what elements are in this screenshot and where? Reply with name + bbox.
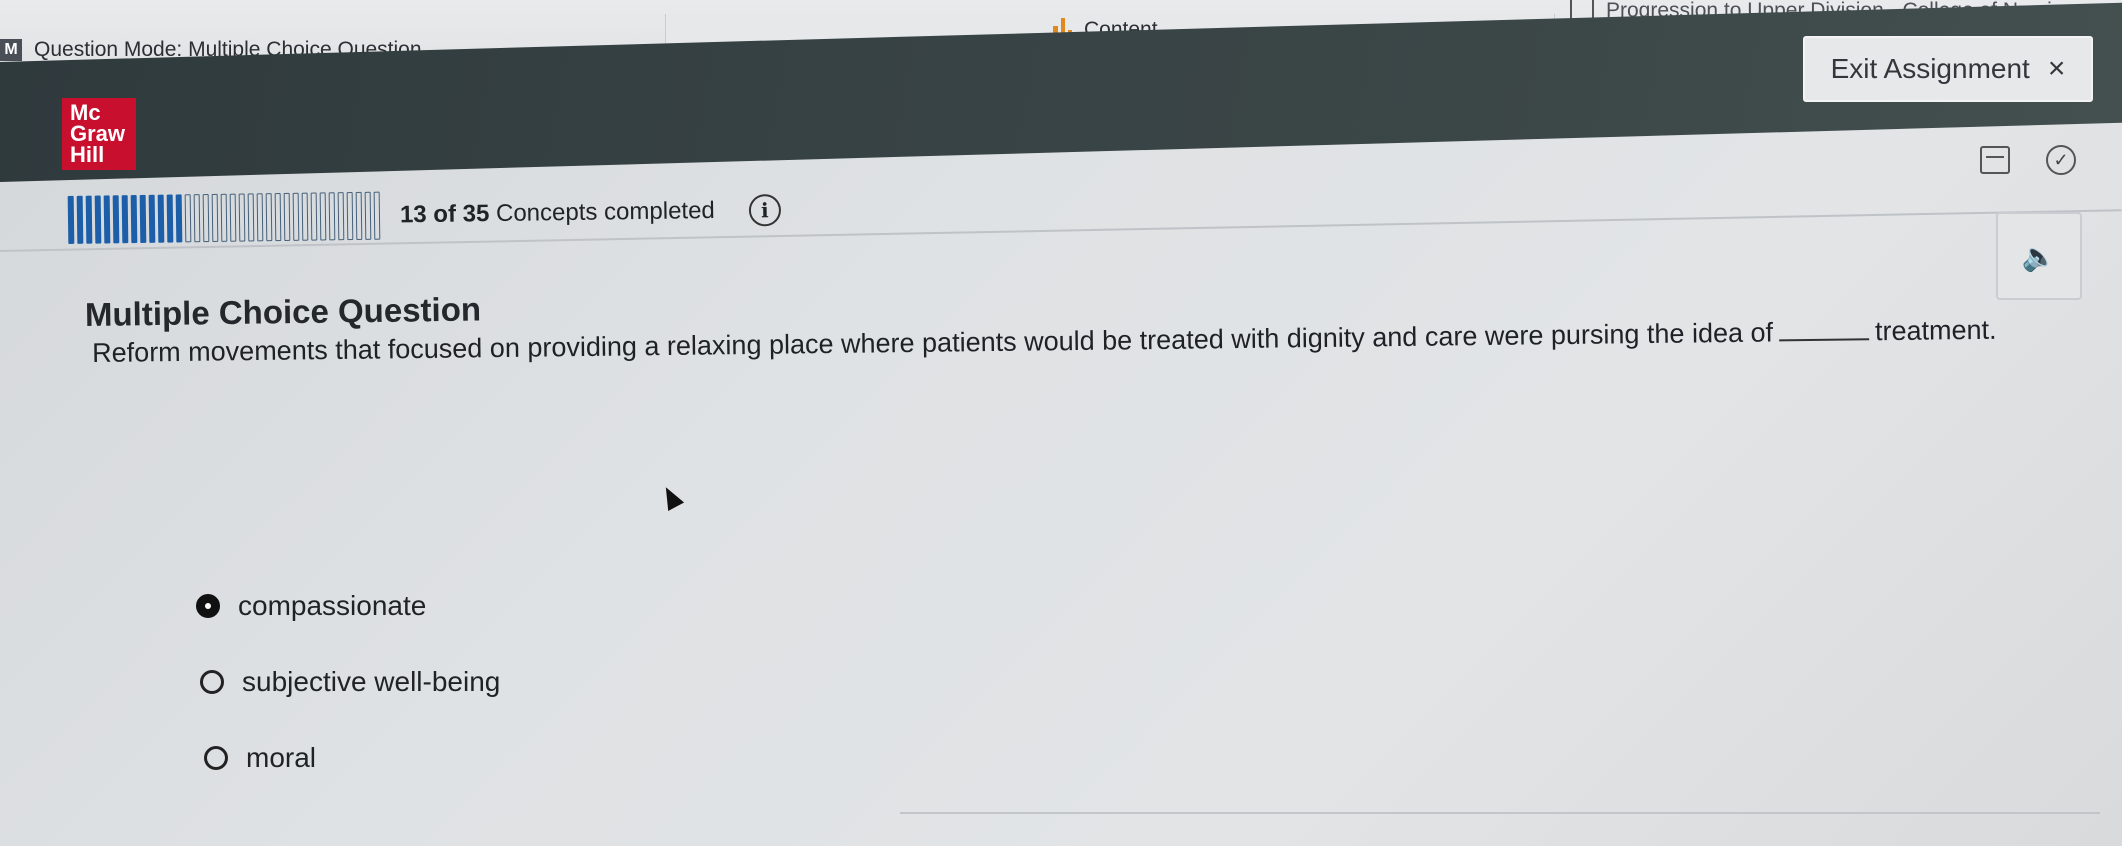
mouse-cursor-icon — [657, 483, 685, 511]
radio-button[interactable] — [200, 670, 224, 694]
progress-segment — [274, 193, 282, 242]
progress-segment-filled — [166, 194, 174, 243]
radio-button[interactable] — [204, 746, 228, 770]
progress-segment-filled — [103, 195, 111, 244]
option-compassionate[interactable]: compassionate — [196, 590, 426, 622]
progress-segment-filled — [130, 195, 138, 244]
check-circle-icon[interactable]: ✓ — [2046, 145, 2076, 175]
question-heading: Multiple Choice Question — [84, 290, 482, 333]
logo-line: Mc — [70, 100, 101, 125]
progress-segment — [355, 191, 363, 240]
info-icon[interactable]: i — [748, 194, 782, 227]
progress-segment — [310, 192, 318, 241]
close-icon: × — [2047, 52, 2066, 85]
option-subjective-well-being[interactable]: subjective well-being — [200, 666, 500, 698]
exit-assignment-button[interactable]: Exit Assignment × — [1803, 36, 2093, 102]
radio-button-selected[interactable] — [196, 594, 220, 618]
progress-text: 13 of 35 Concepts completed — [400, 197, 715, 229]
progress-segment — [265, 193, 273, 242]
question-text-after: treatment. — [1874, 314, 1997, 347]
divider — [900, 812, 2100, 814]
progress-segment — [184, 194, 192, 243]
progress-segment-filled — [85, 195, 93, 244]
progress-segment-filled — [148, 194, 156, 243]
progress-segment — [220, 193, 228, 242]
progress-segment-filled — [67, 195, 75, 244]
mcgraw-favicon: M — [0, 39, 22, 61]
exit-label: Exit Assignment — [1830, 53, 2030, 84]
progress-segment-filled — [94, 195, 102, 244]
progress-row: 13 of 35 Concepts completed i — [67, 186, 782, 244]
progress-segment — [301, 192, 309, 241]
concept-progress-bar — [67, 191, 381, 244]
of-label: of — [433, 200, 457, 228]
total-count: 35 — [462, 200, 490, 228]
progress-segment — [193, 194, 201, 243]
answer-blank — [1779, 338, 1870, 342]
progress-segment-filled — [139, 194, 147, 243]
speaker-icon: 🔈 — [2021, 240, 2057, 272]
completed-count: 13 — [399, 200, 427, 229]
progress-segment — [346, 192, 354, 241]
logo-line: Graw — [70, 121, 126, 146]
logo-line: Hill — [70, 142, 105, 167]
progress-segment — [319, 192, 327, 241]
option-label: compassionate — [238, 590, 427, 621]
progress-segment — [337, 192, 345, 241]
progress-segment — [238, 193, 246, 242]
progress-segment — [247, 193, 255, 242]
progress-segment — [202, 194, 210, 243]
option-moral[interactable]: moral — [204, 742, 316, 774]
progress-segment-filled — [76, 195, 84, 244]
progress-segment — [256, 193, 264, 242]
progress-segment — [364, 191, 372, 240]
progress-segment — [292, 192, 300, 241]
progress-suffix: Concepts completed — [495, 196, 715, 228]
progress-segment — [229, 193, 237, 242]
option-label: moral — [246, 742, 317, 773]
progress-segment — [328, 192, 336, 241]
progress-segment-filled — [157, 194, 165, 243]
read-aloud-button[interactable]: 🔈 — [1996, 212, 2082, 300]
progress-segment — [283, 192, 291, 241]
progress-segment-filled — [121, 195, 129, 244]
calendar-icon[interactable] — [1980, 146, 2010, 174]
option-label: subjective well-being — [242, 666, 501, 697]
progress-segment-filled — [112, 195, 120, 244]
progress-segment — [211, 193, 219, 242]
mcgraw-hill-logo: Mc Graw Hill — [62, 98, 136, 170]
progress-segment — [373, 191, 381, 240]
progress-segment-filled — [175, 194, 183, 243]
